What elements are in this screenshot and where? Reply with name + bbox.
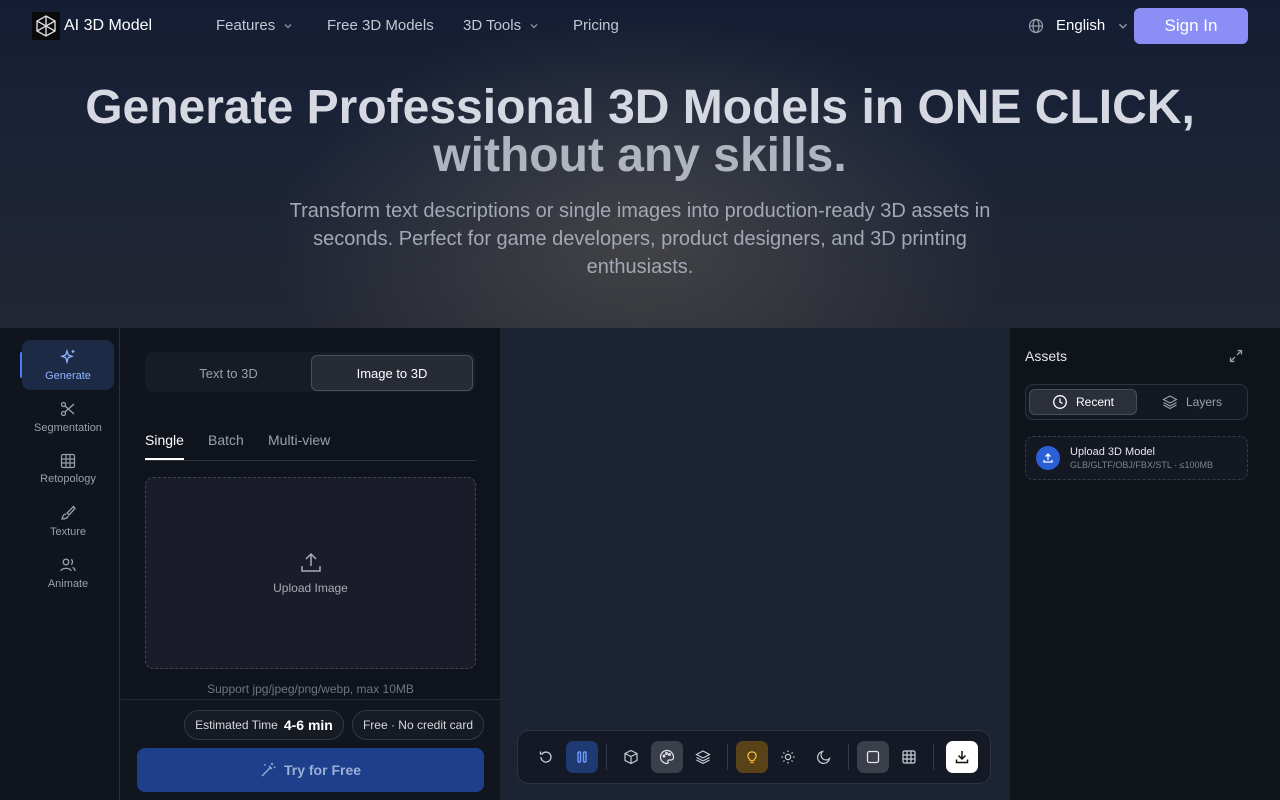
square-icon — [866, 750, 880, 764]
pause-button[interactable] — [566, 741, 598, 773]
toolbar-divider — [606, 744, 607, 770]
free-chip: Free · No credit card — [352, 710, 484, 740]
estimated-time-chip: Estimated Time 4-6 min — [184, 710, 344, 740]
cube-icon — [624, 749, 638, 765]
bulb-icon — [747, 751, 757, 764]
hero-title-line-2: without any skills. — [433, 129, 847, 182]
language-selector[interactable]: English — [1028, 17, 1129, 34]
tab-image-to-3d[interactable]: Image to 3D — [311, 355, 473, 391]
language-label: English — [1056, 17, 1106, 34]
nav-features-label: Features — [216, 17, 276, 34]
subtab-divider — [145, 460, 476, 461]
upload-icon — [300, 552, 321, 572]
upload-model-title: Upload 3D Model — [1070, 446, 1155, 458]
magic-wand-icon — [261, 763, 276, 777]
sidebar-item-segmentation[interactable]: Segmentation — [22, 392, 114, 442]
chevron-down-icon — [530, 23, 538, 28]
expand-button[interactable] — [1228, 348, 1244, 364]
sidebar-item-label: Texture — [49, 526, 87, 538]
sidebar-item-label: Retopology — [40, 473, 96, 485]
cube-view-button[interactable] — [615, 741, 647, 773]
sidebar-item-generate[interactable]: Generate — [22, 340, 114, 390]
layers-icon — [695, 750, 711, 765]
lighting-button[interactable] — [736, 741, 768, 773]
grid-toggle-button[interactable] — [893, 741, 925, 773]
chevron-down-icon — [1119, 23, 1128, 29]
cube-logo-icon — [32, 12, 60, 40]
download-button[interactable] — [946, 741, 978, 773]
palette-icon — [659, 749, 675, 765]
upload-support-text: Support jpg/jpeg/png/webp, max 10MB — [207, 682, 414, 696]
brand-name: AI 3D Model — [64, 17, 153, 34]
tab-recent[interactable]: Recent — [1029, 389, 1137, 415]
grid-icon — [902, 750, 916, 764]
scissors-icon — [60, 401, 75, 417]
background-button[interactable] — [857, 741, 889, 773]
nav-pricing-label: Pricing — [573, 17, 619, 34]
toolbar-divider — [848, 744, 849, 770]
clock-icon — [1053, 395, 1067, 409]
sidebar-item-label: Generate — [45, 370, 91, 382]
nav-features[interactable]: Features — [216, 17, 293, 34]
toolbar-divider — [933, 744, 934, 770]
tab-recent-label: Recent — [1075, 395, 1115, 409]
sun-icon — [781, 750, 795, 764]
rotate-button[interactable] — [530, 741, 562, 773]
light-mode-button[interactable] — [772, 741, 804, 773]
material-button[interactable] — [651, 741, 683, 773]
layers-button[interactable] — [687, 741, 719, 773]
estimated-time-label: Estimated Time — [195, 718, 278, 732]
subtab-multi-view[interactable]: Multi-view — [268, 432, 330, 448]
chevron-down-icon — [284, 23, 292, 28]
hero-subtitle: Transform text descriptions or single im… — [289, 200, 991, 278]
rotate-icon — [539, 751, 552, 763]
top-navigation: AI 3D Model Features Free 3D Models 3D T… — [0, 0, 1280, 52]
globe-icon — [1028, 18, 1044, 33]
nav-pricing[interactable]: Pricing — [573, 17, 619, 34]
assets-title: Assets — [1025, 348, 1068, 364]
expand-icon — [1229, 349, 1243, 363]
sidebar-item-animate[interactable]: Animate — [22, 548, 114, 598]
grid-icon — [60, 453, 76, 469]
free-label: Free · No credit card — [362, 718, 474, 732]
sidebar-item-label: Animate — [47, 578, 89, 590]
estimated-time-value: 4-6 min — [283, 717, 333, 733]
nav-3d-tools-label: 3D Tools — [463, 17, 522, 34]
sidebar-item-texture[interactable]: Texture — [22, 496, 114, 546]
try-for-free-label: Try for Free — [283, 762, 362, 778]
sidebar-item-label: Segmentation — [34, 422, 102, 434]
moon-icon — [817, 750, 831, 764]
upload-model-icon — [1036, 446, 1060, 470]
subtab-single[interactable]: Single — [145, 432, 184, 448]
nav-free-3d-models[interactable]: Free 3D Models — [327, 17, 434, 34]
sidebar-item-retopology[interactable]: Retopology — [22, 444, 114, 494]
tab-layers[interactable]: Layers — [1140, 389, 1244, 415]
tab-text-to-3d[interactable]: Text to 3D — [148, 355, 309, 391]
download-icon — [955, 751, 969, 764]
toolbar-divider — [727, 744, 728, 770]
pause-icon — [577, 751, 587, 763]
try-for-free-button[interactable]: Try for Free — [137, 748, 484, 792]
brand-logo[interactable]: AI 3D Model — [32, 12, 152, 40]
upload-model-formats: GLB/GLTF/OBJ/FBX/STL · ≤100MB — [1070, 460, 1213, 470]
sparkles-icon — [60, 348, 75, 365]
layers-icon — [1162, 395, 1178, 410]
dark-mode-button[interactable] — [808, 741, 840, 773]
nav-free-3d-models-label: Free 3D Models — [327, 17, 434, 34]
tab-layers-label: Layers — [1185, 395, 1223, 409]
hero-title: Generate Professional 3D Models in ONE C… — [0, 84, 1280, 180]
brush-icon — [60, 505, 76, 520]
users-icon — [60, 558, 76, 572]
upload-image-label: Upload Image — [273, 581, 348, 595]
upload-image-dropzone[interactable]: Upload Image — [145, 477, 476, 669]
nav-3d-tools[interactable]: 3D Tools — [463, 17, 539, 34]
subtab-active-underline — [145, 458, 184, 460]
sign-in-button[interactable]: Sign In — [1134, 8, 1248, 44]
subtab-batch[interactable]: Batch — [208, 432, 244, 448]
hero-title-line-1: Generate Professional 3D Models in ONE C… — [85, 81, 1195, 134]
